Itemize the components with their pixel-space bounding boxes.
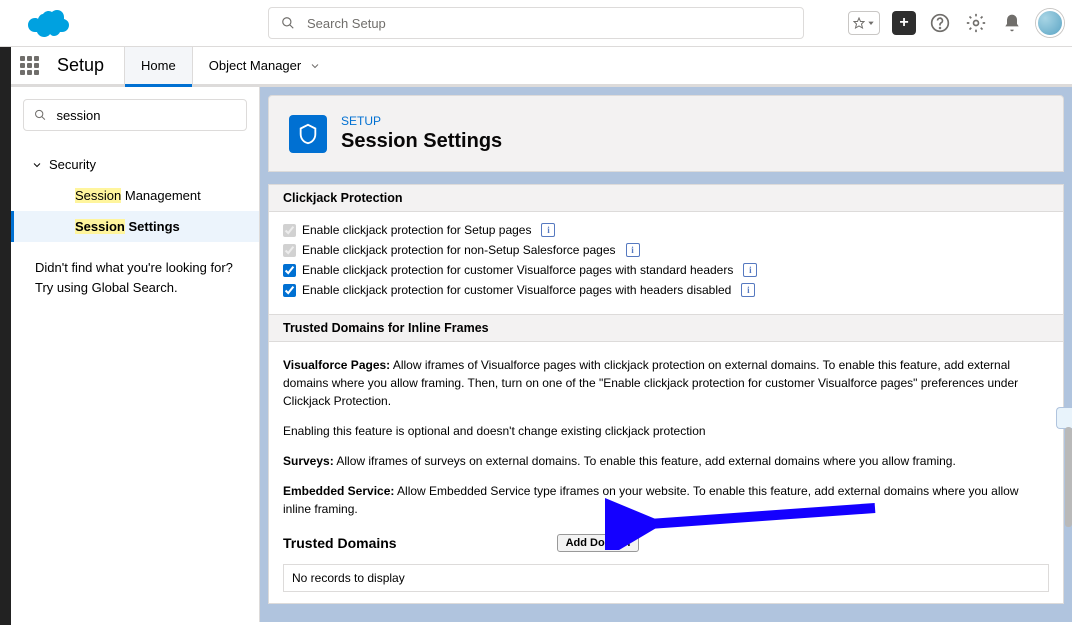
content-area: SETUP Session Settings Clickjack Protect… <box>260 87 1072 622</box>
checkbox-nonsetup-pages[interactable] <box>283 244 296 257</box>
checkbox-vf-headers-disabled[interactable] <box>283 284 296 297</box>
help-button[interactable] <box>928 11 952 35</box>
help-text: Visualforce Pages: Allow iframes of Visu… <box>283 350 1049 416</box>
quick-find-input[interactable] <box>56 108 236 123</box>
checkbox-row: Enable clickjack protection for customer… <box>283 260 1049 280</box>
info-icon[interactable]: i <box>541 223 555 237</box>
checkbox-row: Enable clickjack protection for non-Setu… <box>283 240 1049 260</box>
side-panel-toggle[interactable] <box>1056 407 1072 429</box>
scrollbar-thumb[interactable] <box>1065 427 1072 527</box>
trusted-domains-header: Trusted Domains Add Domain <box>283 524 1049 558</box>
setup-gear-button[interactable] <box>964 11 988 35</box>
checkbox-vf-standard-headers[interactable] <box>283 264 296 277</box>
page-header-text: SETUP Session Settings <box>341 114 502 153</box>
section-clickjack-heading: Clickjack Protection <box>269 185 1063 212</box>
waffle-icon <box>20 56 39 75</box>
app-launcher[interactable] <box>11 47 47 84</box>
checkbox-setup-pages[interactable] <box>283 224 296 237</box>
salesforce-logo[interactable] <box>22 7 72 39</box>
help-text: Embedded Service: Allow Embedded Service… <box>283 476 1049 524</box>
app-name: Setup <box>57 47 124 84</box>
quick-find[interactable] <box>23 99 247 131</box>
tab-home[interactable]: Home <box>124 47 192 84</box>
info-icon[interactable]: i <box>743 263 757 277</box>
setup-tree: Security Session Management Session Sett… <box>11 87 260 622</box>
chevron-down-icon <box>867 19 875 27</box>
help-text: Surveys: Allow iframes of surveys on ext… <box>283 446 1049 476</box>
section-clickjack-body: Enable clickjack protection for Setup pa… <box>269 212 1063 314</box>
header-actions: + <box>848 9 1064 37</box>
info-icon[interactable]: i <box>741 283 755 297</box>
page-header-icon <box>289 115 327 153</box>
section-trusted-body: Visualforce Pages: Allow iframes of Visu… <box>269 342 1063 604</box>
page-eyebrow: SETUP <box>341 114 502 128</box>
global-actions-button[interactable]: + <box>892 11 916 35</box>
settings-panel: Clickjack Protection Enable clickjack pr… <box>268 184 1064 604</box>
page-title: Session Settings <box>341 130 502 153</box>
page-header: SETUP Session Settings <box>268 95 1064 172</box>
tree-node-security[interactable]: Security <box>11 149 259 180</box>
favorites-button[interactable] <box>848 11 880 35</box>
question-icon <box>930 13 950 33</box>
search-placeholder: Search Setup <box>307 16 386 31</box>
help-text: Enabling this feature is optional and do… <box>283 416 1049 446</box>
checkbox-row: Enable clickjack protection for customer… <box>283 280 1049 300</box>
global-header: Search Setup + <box>0 0 1072 47</box>
main: Security Session Management Session Sett… <box>0 87 1072 622</box>
tree-item-session-management[interactable]: Session Management <box>11 180 259 211</box>
search-icon <box>34 108 46 122</box>
no-results-hint: Didn't find what you're looking for? Try… <box>11 242 259 313</box>
checkbox-row: Enable clickjack protection for Setup pa… <box>283 220 1049 240</box>
add-domain-button[interactable]: Add Domain <box>557 534 640 552</box>
info-icon[interactable]: i <box>626 243 640 257</box>
chevron-down-icon <box>309 60 321 72</box>
star-icon <box>853 17 865 29</box>
shield-icon <box>297 123 319 145</box>
empty-table-message: No records to display <box>283 564 1049 592</box>
global-search[interactable]: Search Setup <box>268 7 804 39</box>
app-nav: Setup Home Object Manager <box>0 47 1072 87</box>
gear-icon <box>966 13 986 33</box>
notifications-button[interactable] <box>1000 11 1024 35</box>
user-avatar[interactable] <box>1036 9 1064 37</box>
chevron-down-icon <box>31 159 43 171</box>
section-trusted-heading: Trusted Domains for Inline Frames <box>269 314 1063 342</box>
tab-object-manager[interactable]: Object Manager <box>192 47 330 84</box>
search-icon <box>281 16 295 30</box>
bell-icon <box>1002 13 1022 33</box>
trusted-domains-title: Trusted Domains <box>283 535 397 551</box>
tree-item-session-settings[interactable]: Session Settings <box>11 211 259 242</box>
